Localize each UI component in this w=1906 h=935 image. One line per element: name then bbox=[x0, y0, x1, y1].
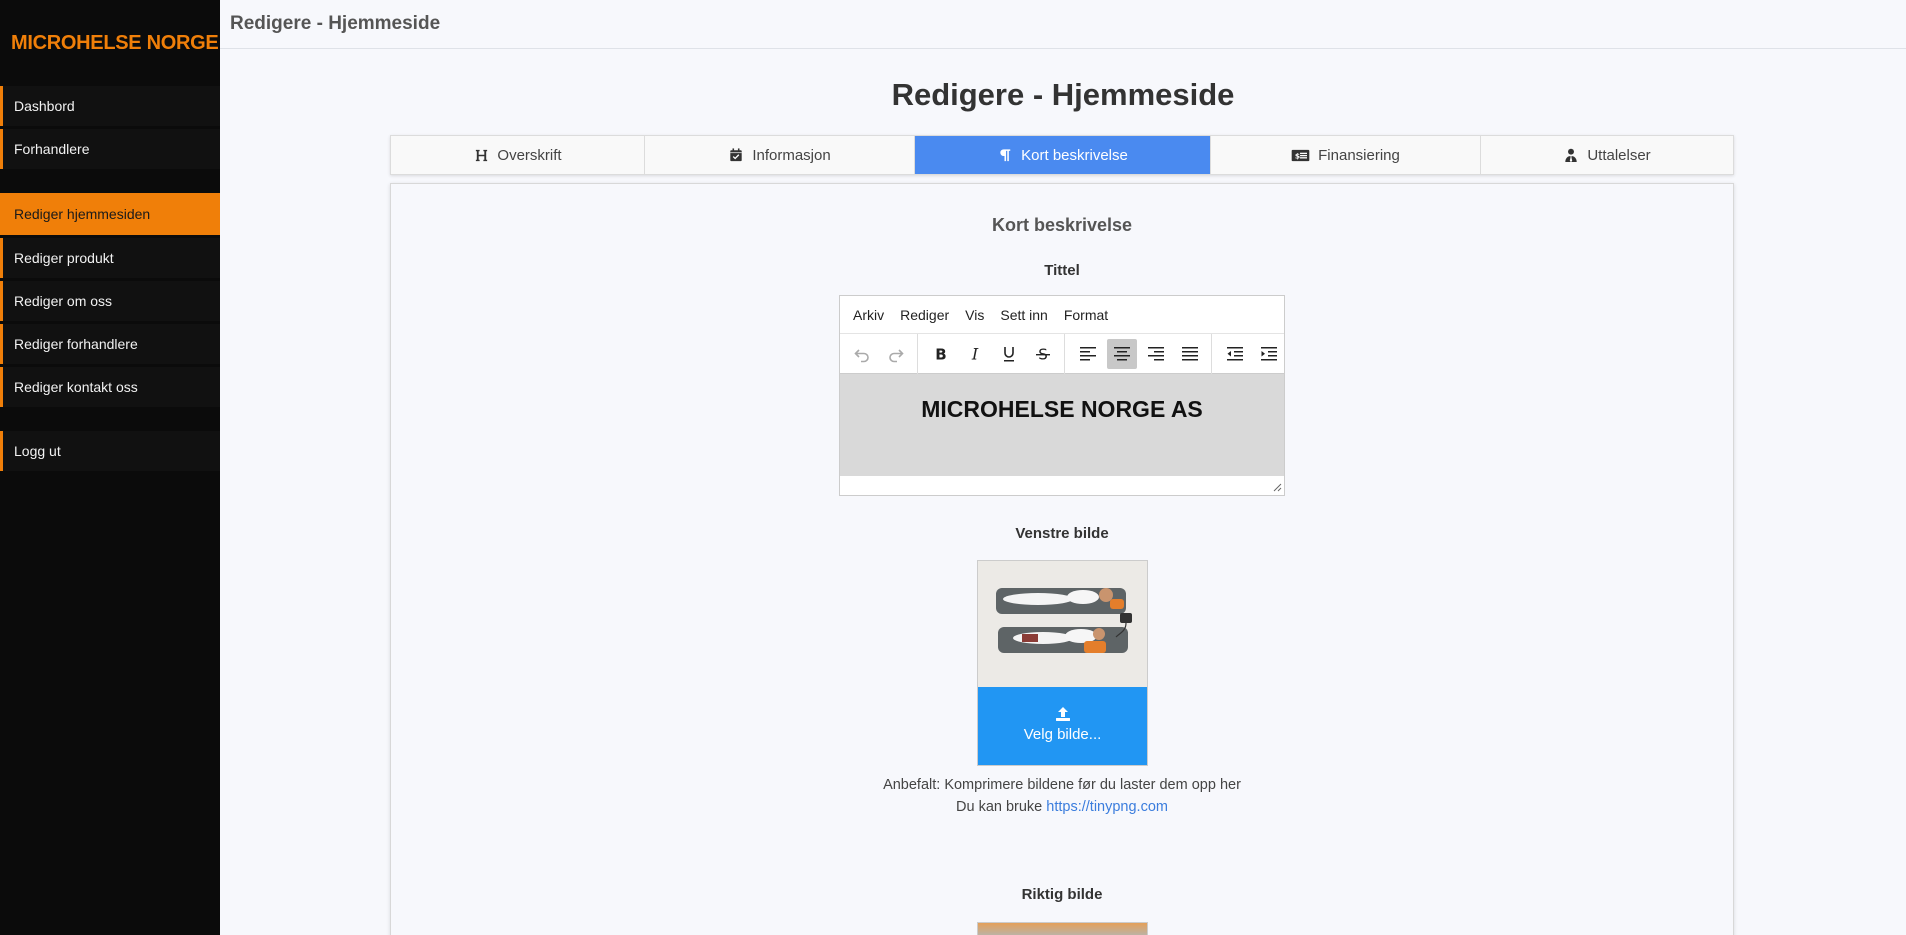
money-bill-icon: $ bbox=[1291, 147, 1310, 163]
redo-button[interactable] bbox=[881, 339, 911, 369]
align-right-button[interactable] bbox=[1141, 339, 1171, 369]
content-card: Kort beskrivelse Tittel Arkiv Rediger Vi… bbox=[390, 183, 1734, 935]
choose-image-label: Velg bilde... bbox=[1023, 726, 1102, 743]
tab-informasjon[interactable]: Informasjon bbox=[645, 136, 915, 174]
header-title: Redigere - Hjemmeside bbox=[230, 13, 441, 34]
sidebar-item-dashbord[interactable]: Dashbord bbox=[0, 86, 220, 126]
editor-statusbar bbox=[840, 476, 1284, 494]
indent-icon bbox=[1261, 346, 1277, 360]
left-image-preview bbox=[978, 561, 1147, 688]
indent-group bbox=[1218, 334, 1290, 374]
menu-vis[interactable]: Vis bbox=[958, 307, 991, 323]
svg-text:B: B bbox=[935, 345, 946, 363]
sidebar-item-forhandlere[interactable]: Forhandlere bbox=[0, 129, 220, 169]
sidebar-divider bbox=[0, 410, 220, 431]
user-tie-icon bbox=[1563, 147, 1579, 163]
italic-icon: I bbox=[971, 344, 979, 363]
tab-label: Uttalelser bbox=[1587, 146, 1651, 164]
align-group bbox=[1071, 333, 1212, 374]
brand-logo[interactable]: MICROHELSE NORGE bbox=[0, 0, 220, 86]
align-justify-button[interactable] bbox=[1175, 339, 1205, 369]
section-title: Kort beskrivelse bbox=[991, 215, 1133, 235]
tab-overskrift[interactable]: Overskrift bbox=[391, 136, 645, 174]
undo-icon bbox=[854, 348, 869, 362]
editor-toolbar: B I S bbox=[840, 333, 1284, 374]
tab-kort-beskrivelse[interactable]: Kort beskrivelse bbox=[915, 136, 1211, 174]
italic-button[interactable]: I bbox=[960, 339, 990, 369]
upload-icon bbox=[1055, 707, 1070, 721]
underline-button[interactable] bbox=[994, 339, 1024, 369]
left-image-uploader: Velg bilde... bbox=[977, 560, 1148, 766]
tab-bar: Overskrift Informasjon Kort beskrivelse … bbox=[390, 135, 1734, 175]
strikethrough-icon: S bbox=[1036, 345, 1050, 363]
align-right-icon bbox=[1148, 346, 1164, 360]
history-group bbox=[845, 333, 918, 374]
tab-uttalelser[interactable]: Uttalelser bbox=[1481, 136, 1733, 174]
undo-button[interactable] bbox=[847, 339, 877, 369]
align-center-button[interactable] bbox=[1107, 338, 1137, 369]
compress-hint: Anbefalt: Komprimere bildene før du last… bbox=[883, 777, 1241, 793]
indent-button[interactable] bbox=[1254, 339, 1284, 369]
sidebar-item-rediger-kontakt-oss[interactable]: Rediger kontakt oss bbox=[0, 367, 220, 407]
tab-label: Finansiering bbox=[1318, 146, 1400, 164]
redo-icon bbox=[889, 348, 904, 362]
sidebar-item-rediger-hjemmesiden[interactable]: Rediger hjemmesiden bbox=[0, 193, 220, 235]
menu-rediger[interactable]: Rediger bbox=[893, 307, 956, 323]
sidebar-item-rediger-om-oss[interactable]: Rediger om oss bbox=[0, 281, 220, 321]
sidebar-item-rediger-produkt[interactable]: Rediger produkt bbox=[0, 238, 220, 278]
bold-icon: B bbox=[935, 345, 946, 363]
tab-label: Informasjon bbox=[752, 146, 831, 164]
outdent-icon bbox=[1227, 346, 1243, 360]
title-field-label: Tittel bbox=[1044, 262, 1080, 279]
calendar-check-icon bbox=[728, 147, 744, 163]
align-left-icon bbox=[1080, 346, 1096, 360]
outdent-button[interactable] bbox=[1220, 339, 1250, 369]
editor-menubar: Arkiv Rediger Vis Sett inn Format bbox=[840, 296, 1284, 334]
heading-icon bbox=[473, 147, 489, 163]
menu-arkiv[interactable]: Arkiv bbox=[846, 307, 891, 323]
paragraph-icon bbox=[997, 147, 1013, 163]
tinypng-hint: Du kan bruke https://tinypng.com bbox=[391, 799, 1733, 815]
bold-button[interactable]: B bbox=[926, 339, 956, 369]
tab-label: Kort beskrivelse bbox=[1021, 146, 1128, 164]
align-justify-icon bbox=[1182, 346, 1198, 360]
strikethrough-button[interactable]: S bbox=[1028, 339, 1058, 369]
svg-text:I: I bbox=[971, 344, 979, 363]
right-image-preview bbox=[977, 922, 1148, 935]
rich-text-editor: Arkiv Rediger Vis Sett inn Format B I S … bbox=[839, 295, 1285, 496]
editor-content[interactable]: MICROHELSE NORGE AS bbox=[840, 374, 1284, 476]
svg-text:$: $ bbox=[1295, 151, 1300, 160]
sidebar-divider bbox=[0, 172, 220, 193]
underline-icon bbox=[1004, 346, 1014, 361]
sidebar: MICROHELSE NORGE Dashbord Forhandlere Re… bbox=[0, 0, 220, 935]
choose-image-button[interactable]: Velg bilde... bbox=[978, 687, 1147, 765]
tab-label: Overskrift bbox=[497, 146, 562, 164]
sidebar-item-rediger-forhandlere[interactable]: Rediger forhandlere bbox=[0, 324, 220, 364]
tinypng-link[interactable]: https://tinypng.com bbox=[1046, 799, 1168, 815]
menu-format[interactable]: Format bbox=[1057, 307, 1115, 323]
top-header: Redigere - Hjemmeside bbox=[220, 0, 1906, 49]
format-group: B I S bbox=[924, 333, 1065, 374]
menu-sett-inn[interactable]: Sett inn bbox=[993, 307, 1054, 323]
page-title: Redigere - Hjemmeside bbox=[891, 77, 1235, 112]
resize-handle-icon[interactable] bbox=[1273, 483, 1282, 492]
align-left-button[interactable] bbox=[1073, 339, 1103, 369]
sidebar-item-logg-ut[interactable]: Logg ut bbox=[0, 431, 220, 471]
right-image-label: Riktig bilde bbox=[1021, 886, 1103, 903]
tab-finansiering[interactable]: $ Finansiering bbox=[1211, 136, 1481, 174]
align-center-icon bbox=[1114, 346, 1130, 360]
tinypng-hint-text: Du kan bruke bbox=[956, 799, 1043, 815]
left-image-label: Venstre bilde bbox=[1015, 525, 1109, 542]
